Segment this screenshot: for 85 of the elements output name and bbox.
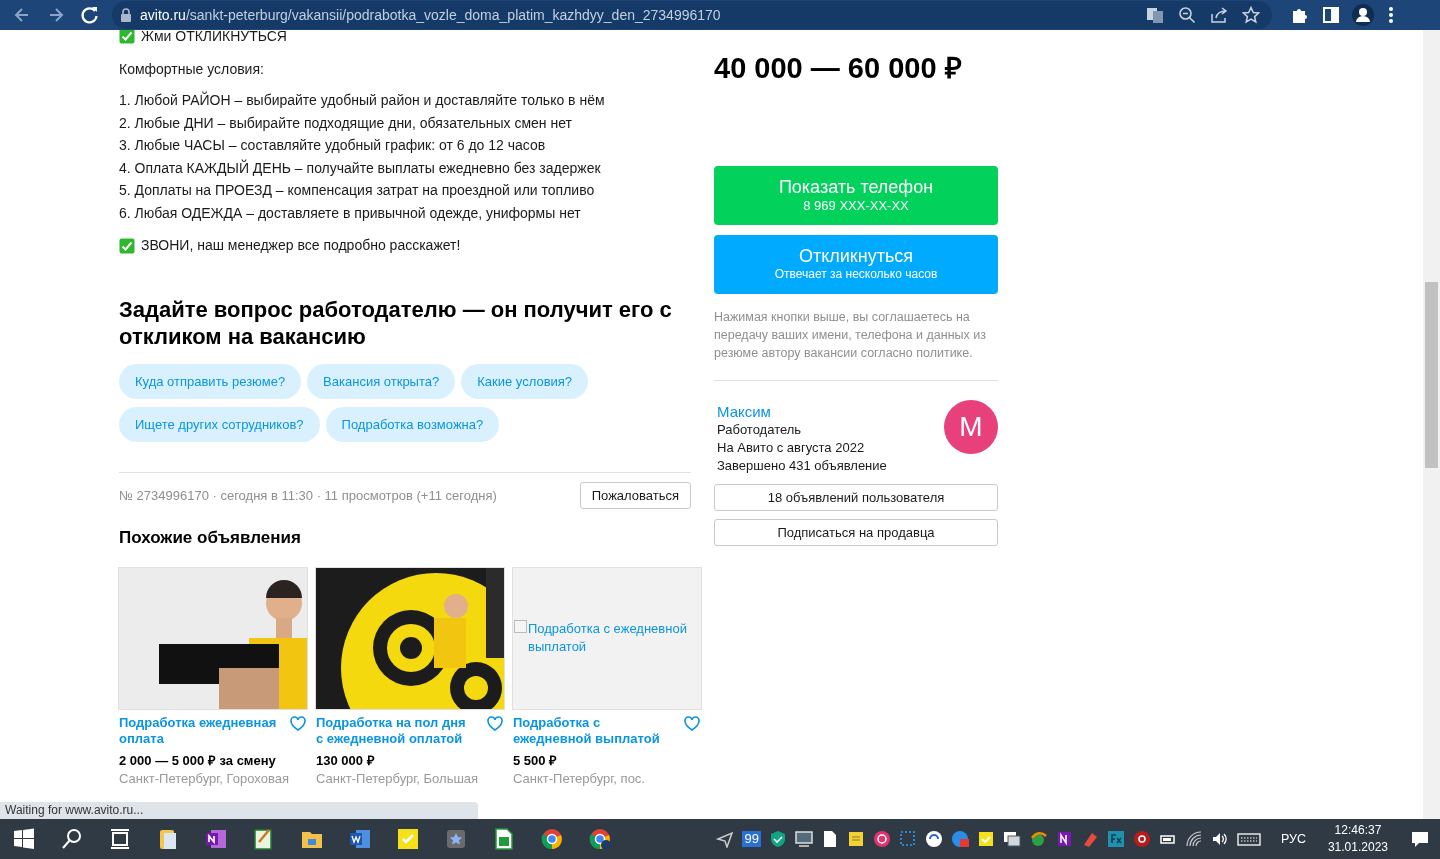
- wifi-icon[interactable]: [1184, 830, 1203, 848]
- listing-price: 5 500 ₽: [513, 751, 559, 770]
- sticky-note-icon[interactable]: [976, 830, 995, 848]
- description-text: 1. Любой РАЙОН – выбирайте удобный район и доставляйте только в нём: [119, 92, 606, 109]
- send-icon[interactable]: [716, 830, 735, 848]
- language-indicator[interactable]: РУС: [1280, 829, 1306, 849]
- keyboard-icon[interactable]: [1236, 830, 1261, 848]
- heart-icon[interactable]: [290, 715, 306, 731]
- description-text: Комфортные условия:: [119, 60, 265, 79]
- consent-text: Нажимая кнопки выше, вы соглашаетесь на передачу ваших имени, телефона и данных из резюме автору вакансии согласно политике.: [714, 309, 987, 362]
- description-text: 4. Оплата КАЖДЫЙ ДЕНЬ – получайте выплаты ежедневно без задержек: [119, 159, 602, 176]
- task-view-icon[interactable]: [108, 827, 132, 851]
- listing-meta: № 2734996170 · сегодня в 11:30 · 11 просмотров (+11 сегодня): [119, 486, 497, 505]
- windows-stack-icon[interactable]: [1002, 830, 1021, 848]
- power-icon[interactable]: [872, 830, 891, 848]
- shield-icon[interactable]: [768, 830, 787, 848]
- search-icon[interactable]: [60, 827, 84, 851]
- report-button[interactable]: Пожаловаться: [579, 482, 691, 509]
- check-icon: [119, 30, 135, 44]
- image-alt-text: Подработка с ежедневной выплатой: [528, 620, 687, 654]
- tray-badge[interactable]: 99: [742, 831, 761, 847]
- notebook-icon[interactable]: [204, 827, 228, 851]
- listing-price: 130 000 ₽: [316, 751, 376, 770]
- app-badge-icon[interactable]: [950, 830, 969, 848]
- description-text: 3. Любые ЧАСЫ – составляйте удобный график: от 6 до 12 часов: [119, 137, 547, 154]
- description-text: Жми ОТКЛИКНУТЬСЯ: [141, 30, 287, 43]
- browser-icon[interactable]: [588, 827, 612, 851]
- spreadsheet-icon[interactable]: [492, 827, 516, 851]
- seller-role: Работодатель: [717, 421, 803, 439]
- listing-title-link[interactable]: Подработка с ежедневной выплатой: [513, 714, 673, 748]
- clock[interactable]: 12:46:37 31.01.2023: [1327, 822, 1388, 856]
- description-text: ЗВОНИ, наш менеджер все подробно расскажет!: [141, 236, 461, 255]
- heart-icon[interactable]: [684, 715, 700, 731]
- seller-completed: Завершено 431 объявление: [717, 457, 887, 475]
- browser-icon[interactable]: [540, 827, 564, 851]
- question-chip[interactable]: Ищете других сотрудников?: [119, 407, 320, 442]
- heart-icon[interactable]: [487, 715, 503, 731]
- reload-icon[interactable]: [80, 5, 100, 25]
- translate-icon[interactable]: [1146, 6, 1164, 24]
- listing-location: Санкт-Петербург, Гороховая: [119, 771, 290, 787]
- puzzle-icon[interactable]: [1290, 6, 1308, 24]
- listing-location: Санкт-Петербург, пос.: [513, 771, 646, 787]
- section-heading: Задайте вопрос работодателю — он получит его с откликом на вакансию: [119, 296, 673, 350]
- share-icon[interactable]: [1210, 6, 1228, 24]
- note-icon[interactable]: [846, 830, 865, 848]
- lock-icon: [120, 8, 132, 22]
- notifications-icon[interactable]: [1410, 829, 1430, 849]
- scrollbar[interactable]: [1423, 30, 1440, 819]
- address-bar[interactable]: avito.ru/sankt-peterburg/vakansii/podrabotka_vozle_doma_platim_kazhdyy_den_2734996170: [112, 1, 1272, 29]
- windows-icon[interactable]: [12, 827, 36, 851]
- question-chip[interactable]: Подработка возможна?: [325, 407, 500, 442]
- sidebar-icon[interactable]: [1322, 6, 1340, 24]
- user-listings-button[interactable]: 18 объявлений пользователя: [714, 484, 998, 511]
- fx-icon[interactable]: [1106, 830, 1125, 848]
- subscribe-button[interactable]: Подписаться на продавца: [714, 519, 998, 546]
- description-text: 2. Любые ДНИ – выбирайте подходящие дни, обязательных смен нет: [119, 114, 573, 131]
- listing-location: Санкт-Петербург, Большая: [316, 771, 480, 787]
- salary-range: 40 000 — 60 000 ₽: [714, 51, 963, 85]
- seller-avatar: M: [944, 400, 998, 454]
- description-text: 5. Доплаты на ПРОЕЗД – компенсация затрат на проездной или топливо: [119, 182, 596, 199]
- listing-title-link[interactable]: Подработка ежедневная оплата: [119, 714, 279, 748]
- star-app-icon[interactable]: [444, 827, 468, 851]
- zoom-out-icon[interactable]: [1178, 6, 1196, 24]
- url-text: avito.ru/sankt-peterburg/vakansii/podrabotka_vozle_doma_platim_kazhdyy_den_2734996170: [140, 5, 721, 25]
- question-chip[interactable]: Вакансия открыта?: [307, 364, 456, 399]
- seller-name-link[interactable]: Максим: [717, 403, 887, 421]
- record-icon[interactable]: [1132, 830, 1151, 848]
- document-editor-icon[interactable]: [348, 827, 372, 851]
- question-chip[interactable]: Какие условия?: [461, 364, 589, 399]
- menu-icon[interactable]: [1388, 6, 1394, 24]
- star-icon[interactable]: [1242, 6, 1260, 24]
- profile-icon[interactable]: [1352, 4, 1374, 26]
- description-text: 6. Любая ОДЕЖДА – доставляете в привычной одежде, униформы нет: [119, 204, 582, 221]
- check-icon: [119, 237, 135, 254]
- question-chip[interactable]: Куда отправить резюме?: [119, 364, 302, 399]
- seller-since: На Авито с августа 2022: [717, 439, 866, 457]
- section-heading: Похожие объявления: [119, 527, 302, 549]
- listing-title-link[interactable]: Подработка на пол дня с ежедневной оплатой: [316, 714, 476, 748]
- listing-price: 2 000 — 5 000 ₽ за смену: [119, 751, 277, 770]
- respond-button[interactable]: Откликнуться Отвечает за несколько часов: [714, 235, 998, 294]
- status-bubble: Waiting for www.avito.ru...: [0, 802, 478, 819]
- sticky-note-icon[interactable]: [396, 827, 420, 851]
- selection-icon[interactable]: [898, 830, 917, 848]
- show-phone-button[interactable]: Показать телефон 8 969 XXX-XX-XX: [714, 166, 998, 225]
- monitor-icon[interactable]: [794, 830, 813, 848]
